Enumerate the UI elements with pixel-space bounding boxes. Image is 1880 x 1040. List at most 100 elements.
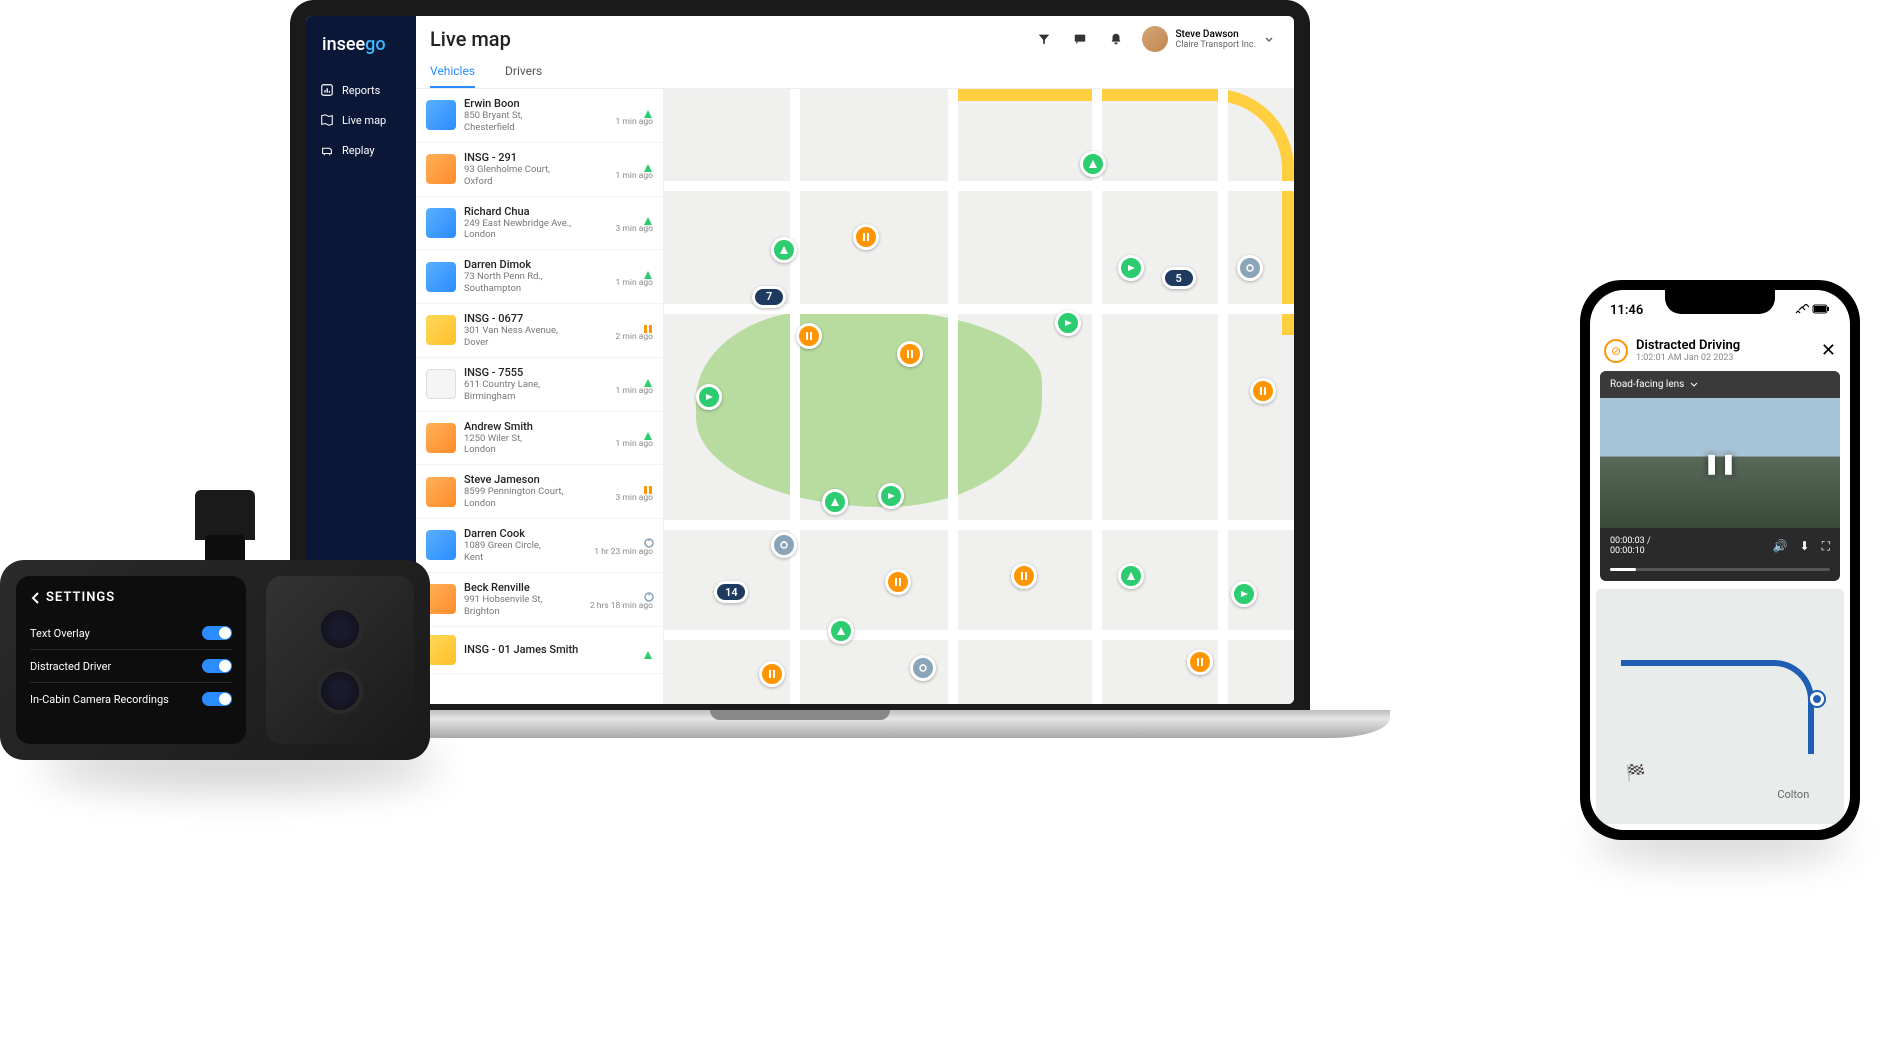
dashcam-settings-header[interactable]: SETTINGS xyxy=(30,590,232,605)
vehicle-meta xyxy=(643,645,653,655)
map-cluster[interactable]: 5 xyxy=(1162,267,1196,289)
vehicle-row[interactable]: Steve Jameson8599 Pennington Court,Londo… xyxy=(416,465,663,519)
vehicle-thumb xyxy=(426,315,456,345)
fullscreen-icon[interactable]: ⛶ xyxy=(1822,539,1830,554)
user-name: Steve Dawson xyxy=(1176,29,1257,40)
map-marker-vehicle[interactable] xyxy=(1187,649,1213,675)
brand-logo: inseego xyxy=(306,30,416,75)
chat-icon[interactable] xyxy=(1070,29,1090,49)
map-road xyxy=(790,89,800,704)
reports-icon xyxy=(320,83,334,97)
vehicle-row[interactable]: Darren Dimok73 North Penn Rd.,Southampto… xyxy=(416,250,663,304)
vehicle-address: 1250 Wiler St,London xyxy=(464,433,608,457)
vehicle-row[interactable]: Beck Renville991 Hobsenvile St,Brighton2… xyxy=(416,573,663,627)
tab-vehicles[interactable]: Vehicles xyxy=(430,64,475,88)
map-road xyxy=(664,630,1294,640)
vehicle-address: 93 Glenholme Court,Oxford xyxy=(464,164,608,188)
map-marker-vehicle[interactable] xyxy=(1118,563,1144,589)
map-marker-vehicle[interactable] xyxy=(910,655,936,681)
map-marker-vehicle[interactable] xyxy=(853,224,879,250)
distracted-driver-toggle[interactable] xyxy=(202,659,232,673)
nav-replay-label: Replay xyxy=(342,144,375,157)
bell-icon[interactable] xyxy=(1106,29,1126,49)
vehicle-status-icon xyxy=(643,645,653,655)
vehicle-meta: 3 min ago xyxy=(616,480,653,503)
vehicle-thumb xyxy=(426,100,456,130)
vehicle-time: 2 hrs 18 min ago xyxy=(590,601,653,611)
topbar: Live map Steve Dawson Claire Transport I… xyxy=(416,16,1294,56)
vehicle-row[interactable]: Richard Chua249 East Newbridge Ave.,Lond… xyxy=(416,197,663,251)
vehicle-row[interactable]: Darren Cook1089 Green Circle,Kent1 hr 23… xyxy=(416,519,663,573)
map-marker-vehicle[interactable] xyxy=(1055,310,1081,336)
vehicle-address: 8599 Pennington Court,London xyxy=(464,486,608,510)
nav-replay[interactable]: Replay xyxy=(306,135,416,165)
vehicle-list[interactable]: Erwin Boon850 Bryant St,Chesterfield1 mi… xyxy=(416,89,664,704)
tab-drivers[interactable]: Drivers xyxy=(505,64,542,88)
map-marker-vehicle[interactable] xyxy=(1231,581,1257,607)
map-marker-vehicle[interactable] xyxy=(1118,255,1144,281)
map-marker-vehicle[interactable] xyxy=(696,384,722,410)
vehicle-status-icon xyxy=(643,319,653,329)
incabin-recordings-toggle[interactable] xyxy=(202,692,232,706)
route-line xyxy=(1621,660,1814,754)
map-marker-vehicle[interactable] xyxy=(828,618,854,644)
vehicle-address: 1089 Green Circle,Kent xyxy=(464,540,586,564)
dashcam-lens-top xyxy=(317,606,363,652)
video-progress[interactable] xyxy=(1610,568,1830,571)
map-marker-vehicle[interactable] xyxy=(878,483,904,509)
nav-reports[interactable]: Reports xyxy=(306,75,416,105)
map-marker-vehicle[interactable] xyxy=(1250,378,1276,404)
volume-icon[interactable]: 🔊 xyxy=(1773,539,1788,554)
video-frame[interactable]: ❚❚ xyxy=(1600,398,1840,528)
chevron-down-icon xyxy=(1264,34,1274,44)
lens-selector[interactable]: Road-facing lens xyxy=(1600,371,1840,398)
map-marker-vehicle[interactable] xyxy=(796,323,822,349)
map[interactable]: 7 14 5 xyxy=(664,89,1294,704)
vehicle-name: Darren Cook xyxy=(464,527,586,540)
dashcam-device: SETTINGS Text Overlay Distracted Driver … xyxy=(0,490,430,770)
dashcam-settings-label: SETTINGS xyxy=(46,590,115,605)
text-overlay-toggle[interactable] xyxy=(202,626,232,640)
map-marker-vehicle[interactable] xyxy=(885,569,911,595)
user-menu[interactable]: Steve Dawson Claire Transport Inc. xyxy=(1142,26,1275,52)
map-marker-vehicle[interactable] xyxy=(771,532,797,558)
vehicle-row[interactable]: Erwin Boon850 Bryant St,Chesterfield1 mi… xyxy=(416,89,663,143)
vehicle-time: 1 min ago xyxy=(616,439,653,449)
vehicle-time: 1 min ago xyxy=(616,386,653,396)
vehicle-row[interactable]: Andrew Smith1250 Wiler St,London1 min ag… xyxy=(416,412,663,466)
vehicle-name: INSG - 291 xyxy=(464,151,608,164)
vehicle-row[interactable]: INSG - 0677301 Van Ness Avenue,Dover2 mi… xyxy=(416,304,663,358)
map-cluster[interactable]: 7 xyxy=(752,286,786,308)
tabs: Vehicles Drivers xyxy=(416,56,1294,89)
map-marker-vehicle[interactable] xyxy=(1011,563,1037,589)
download-icon[interactable]: ⬇ xyxy=(1800,539,1810,554)
map-cluster[interactable]: 14 xyxy=(714,581,748,603)
vehicle-status-icon xyxy=(643,373,653,383)
map-marker-vehicle[interactable] xyxy=(771,237,797,263)
nav-livemap[interactable]: Live map xyxy=(306,105,416,135)
filter-icon[interactable] xyxy=(1034,29,1054,49)
map-marker-vehicle[interactable] xyxy=(1080,151,1106,177)
vehicle-thumb xyxy=(426,635,456,665)
close-icon[interactable]: ✕ xyxy=(1821,340,1836,361)
dashcam-mount xyxy=(195,490,255,540)
phone-route-map[interactable]: 🏁 Colton xyxy=(1596,589,1844,824)
vehicle-time: 3 min ago xyxy=(616,224,653,234)
pause-icon[interactable]: ❚❚ xyxy=(1703,451,1737,475)
lens-selector-label: Road-facing lens xyxy=(1610,379,1684,390)
vehicle-name: Darren Dimok xyxy=(464,258,608,271)
map-marker-vehicle[interactable] xyxy=(822,489,848,515)
map-marker-vehicle[interactable] xyxy=(759,661,785,687)
vehicle-thumb xyxy=(426,423,456,453)
chevron-down-icon xyxy=(1690,381,1698,389)
map-icon xyxy=(320,113,334,127)
vehicle-row[interactable]: INSG - 01 James Smith xyxy=(416,627,663,674)
vehicle-row[interactable]: INSG - 7555611 Country Lane,Birmingham1 … xyxy=(416,358,663,412)
phone-status-icons xyxy=(1795,303,1830,318)
vehicle-meta: 1 min ago xyxy=(616,104,653,127)
vehicle-name: Erwin Boon xyxy=(464,97,608,110)
vehicle-row[interactable]: INSG - 29193 Glenholme Court,Oxford1 min… xyxy=(416,143,663,197)
phone-event-title: Distracted Driving xyxy=(1636,338,1813,353)
vehicle-thumb xyxy=(426,154,456,184)
vehicle-thumb xyxy=(426,584,456,614)
